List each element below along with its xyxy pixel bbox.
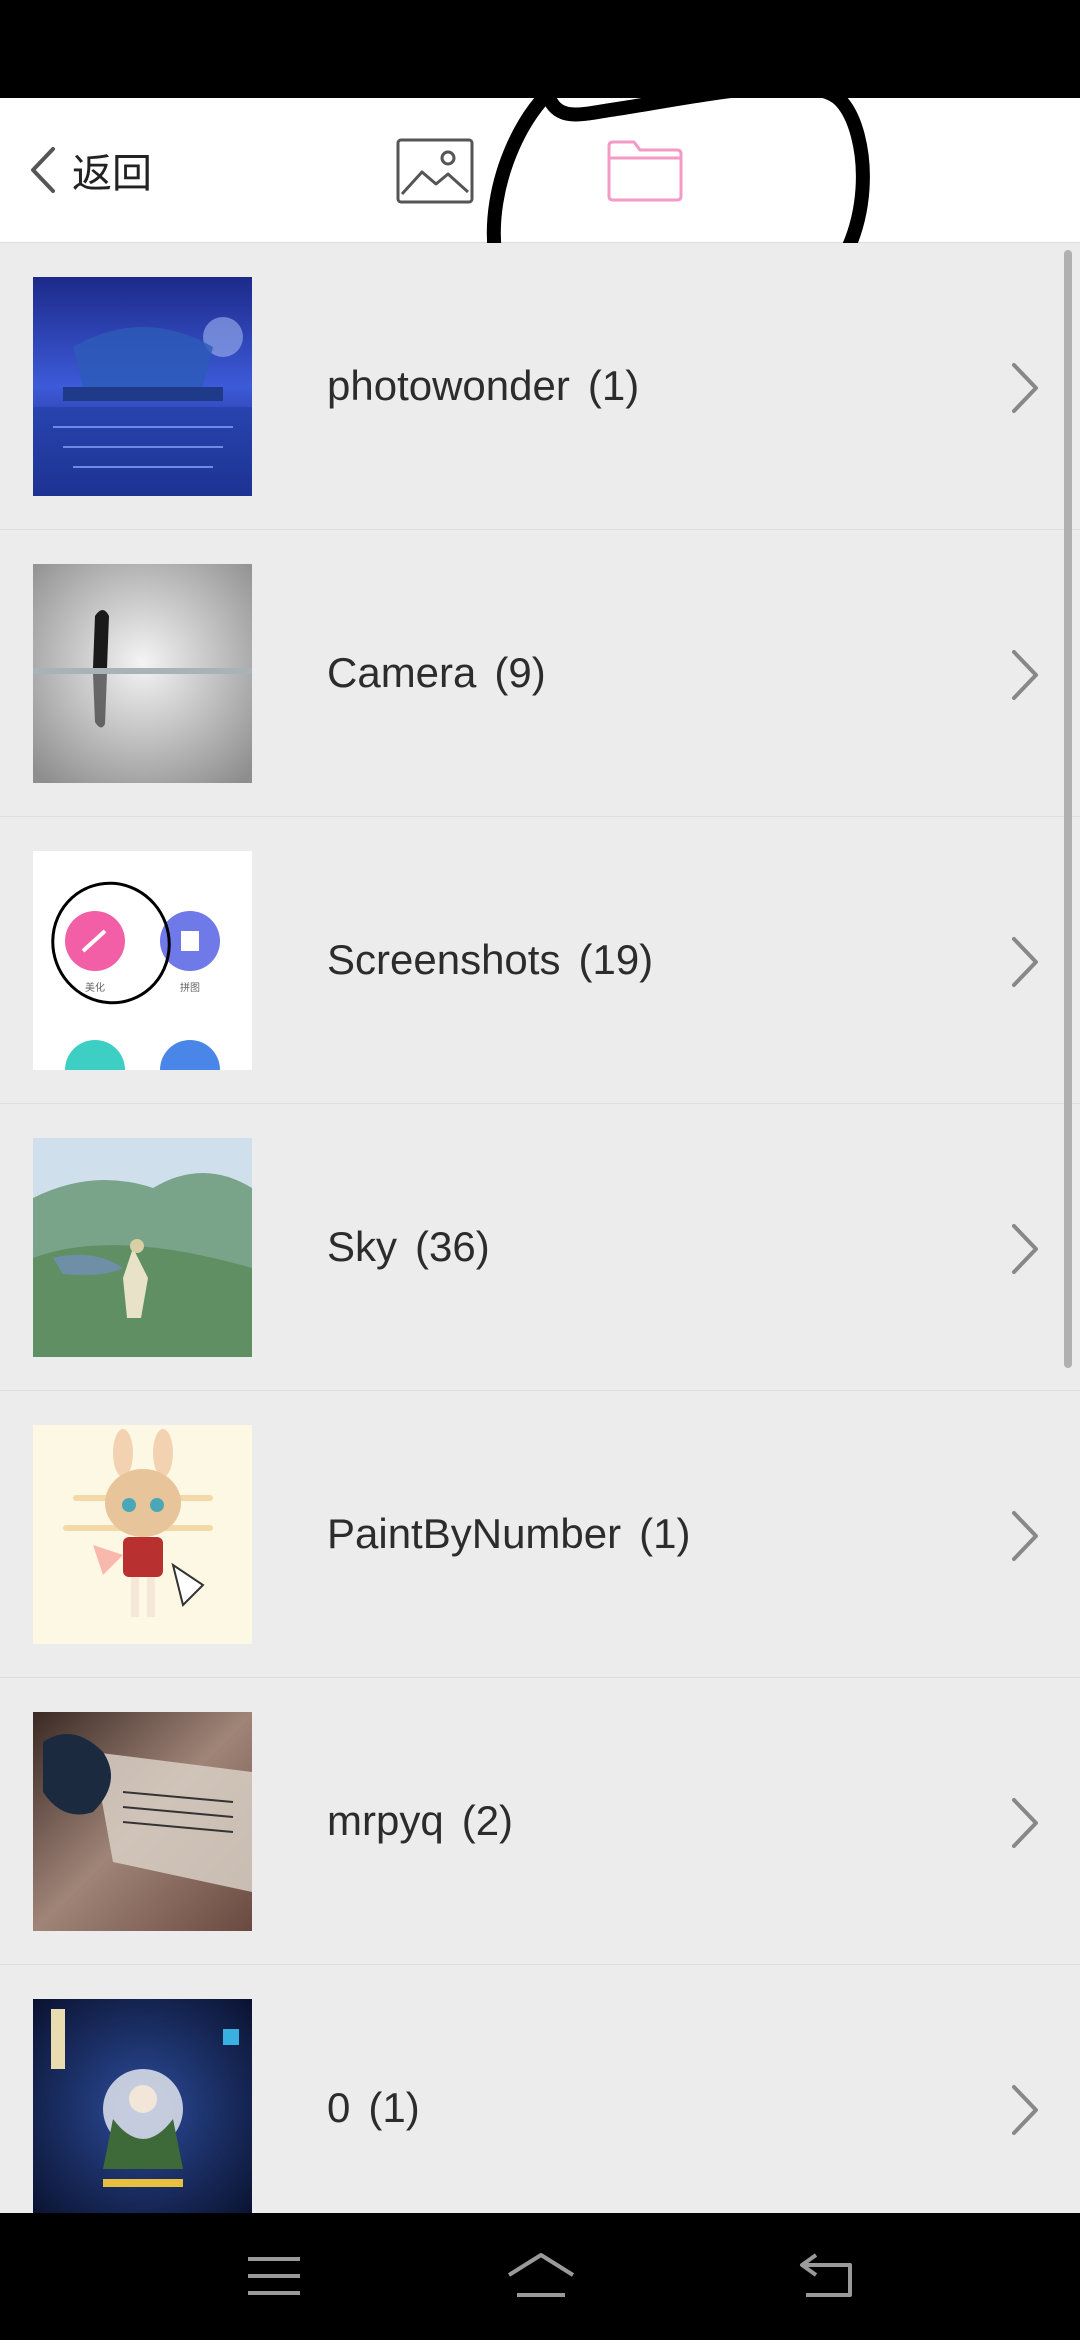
chevron-right-icon — [1012, 937, 1038, 987]
scrollbar[interactable] — [1064, 250, 1072, 1368]
album-title: photowonder (1) — [327, 243, 639, 529]
album-name: photowonder — [327, 362, 570, 409]
album-title: PaintByNumber (1) — [327, 1391, 690, 1677]
svg-text:拼图: 拼图 — [180, 981, 200, 994]
album-row-0[interactable]: 0 (1) — [0, 1965, 1080, 2213]
status-bar — [0, 0, 1080, 98]
album-row-paintbynumber[interactable]: PaintByNumber (1) — [0, 1391, 1080, 1678]
album-count: (2) — [461, 1797, 514, 1844]
album-count: (1) — [587, 362, 640, 409]
menu-icon[interactable] — [244, 2249, 304, 2303]
album-row-photowonder[interactable]: photowonder (1) — [0, 243, 1080, 530]
game-landscape-thumbnail — [33, 1138, 252, 1357]
album-list: photowonder (1) Camera (9) 美化 拼图 Screens… — [0, 243, 1080, 2213]
back-button[interactable]: 返回 — [28, 138, 152, 202]
silhouette-reflection-thumbnail — [33, 564, 252, 783]
navigation-bar — [0, 2213, 1080, 2340]
home-icon[interactable] — [505, 2249, 577, 2303]
album-title: Camera (9) — [327, 530, 546, 816]
anime-girl-thumbnail — [33, 1425, 252, 1644]
chevron-right-icon — [1012, 1798, 1038, 1848]
night-boat-thumbnail — [33, 277, 252, 496]
chevron-right-icon — [1012, 363, 1038, 413]
album-count: (1) — [639, 1510, 691, 1557]
chevron-left-icon — [31, 147, 55, 193]
album-title: mrpyq (2) — [327, 1678, 513, 1964]
album-count: (1) — [368, 2084, 420, 2131]
album-title: Screenshots (19) — [327, 817, 653, 1103]
album-row-screenshots[interactable]: 美化 拼图 Screenshots (19) — [0, 817, 1080, 1104]
back-icon[interactable] — [796, 2249, 856, 2303]
album-count: (9) — [494, 649, 546, 696]
image-icon — [396, 138, 474, 204]
album-name: Camera — [327, 649, 477, 696]
album-title: 0 (1) — [327, 1965, 420, 2213]
top-bar: 返回 — [0, 98, 1080, 243]
album-name: PaintByNumber — [327, 1510, 622, 1557]
album-name: 0 — [327, 2084, 351, 2131]
album-name: Sky — [327, 1223, 398, 1270]
tab-albums[interactable] — [606, 138, 684, 204]
chevron-right-icon — [1012, 2085, 1038, 2135]
album-title: Sky (36) — [327, 1104, 490, 1390]
chevron-right-icon — [1012, 1511, 1038, 1561]
notebook-photo-thumbnail — [33, 1712, 252, 1931]
folder-icon — [607, 140, 683, 202]
blue-art-thumbnail — [33, 1999, 252, 2213]
album-row-camera[interactable]: Camera (9) — [0, 530, 1080, 817]
album-count: (19) — [578, 936, 654, 983]
chevron-right-icon — [1012, 650, 1038, 700]
album-name: mrpyq — [327, 1797, 444, 1844]
album-row-mrpyq[interactable]: mrpyq (2) — [0, 1678, 1080, 1965]
chevron-right-icon — [1012, 1224, 1038, 1274]
tab-photos[interactable] — [396, 138, 474, 204]
album-name: Screenshots — [327, 936, 561, 983]
back-label: 返回 — [72, 151, 152, 197]
album-row-sky[interactable]: Sky (36) — [0, 1104, 1080, 1391]
album-count: (36) — [415, 1223, 490, 1270]
svg-text:美化: 美化 — [85, 981, 105, 994]
app-icons-screenshot-thumbnail: 美化 拼图 — [33, 851, 252, 1070]
